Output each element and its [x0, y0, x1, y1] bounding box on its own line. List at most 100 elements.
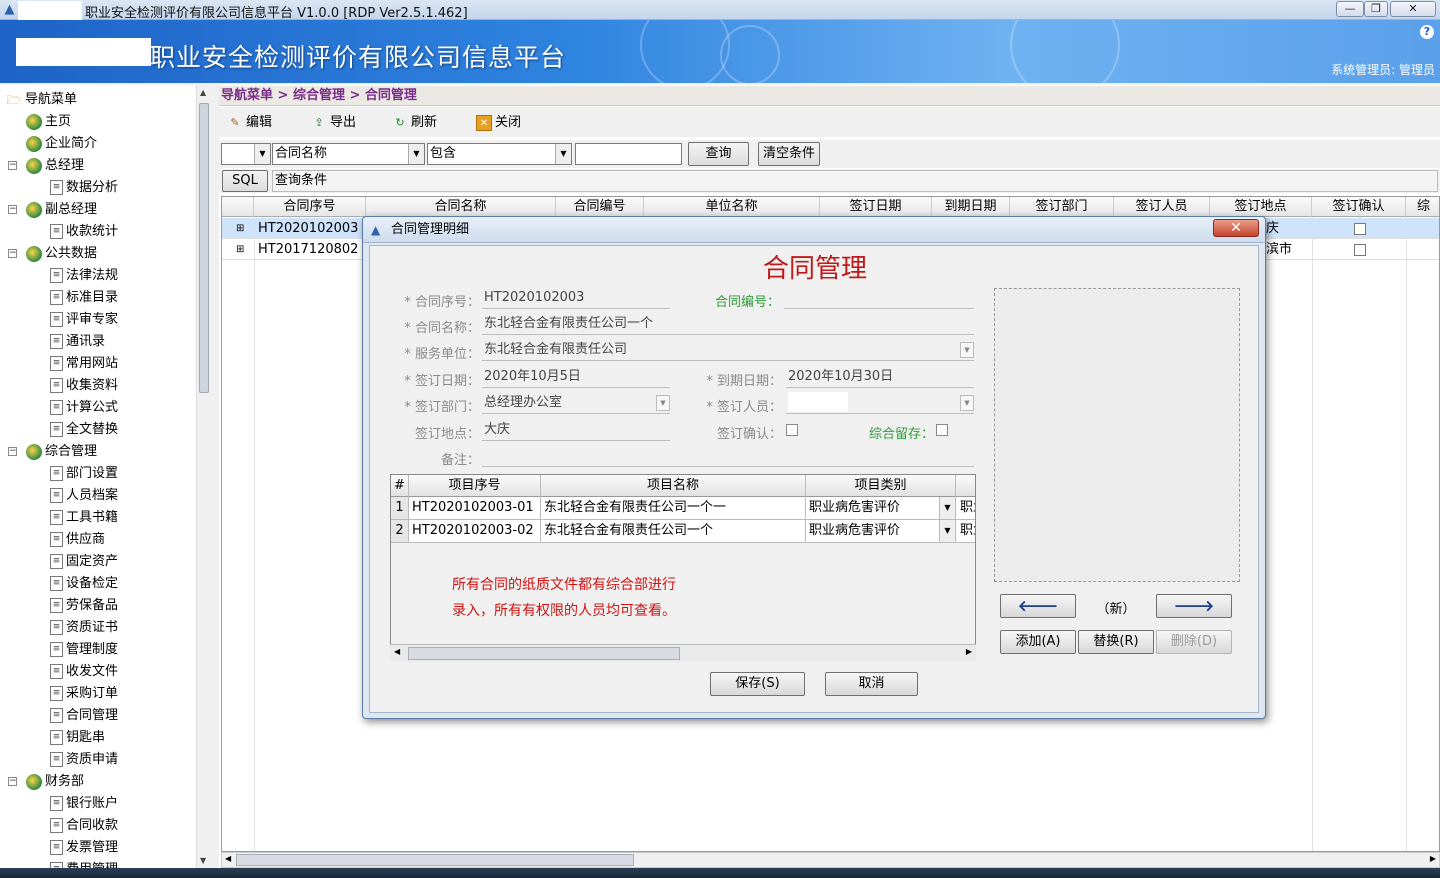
column-header[interactable]: 签订部门 — [1010, 197, 1114, 217]
clear-conditions-button[interactable]: 清空条件 — [758, 142, 820, 166]
subgrid-horizontal-scrollbar[interactable]: ◀ ▶ — [390, 644, 976, 662]
sidebar-item[interactable]: ≡ 法律法规 — [50, 265, 118, 287]
sidebar-item[interactable]: ≡ 资质申请 — [50, 749, 118, 771]
collapse-toggle-icon[interactable]: − — [8, 249, 17, 258]
sidebar-item[interactable]: ≡ 收款统计 — [50, 221, 118, 243]
item-type-cell[interactable]: 职业病危害评价 — [806, 497, 940, 519]
refresh-button[interactable]: ↻ 刷新 — [392, 113, 437, 133]
sign-dept-select[interactable]: 总经理办公室 ▼ — [482, 392, 670, 414]
tree-root[interactable]: 🗁 导航菜单 — [6, 89, 77, 111]
chevron-down-icon[interactable]: ▼ — [254, 144, 270, 164]
sidebar-item[interactable]: ≡ 资质证书 — [50, 617, 118, 639]
column-header[interactable]: 项目名称 — [541, 475, 806, 497]
item-type-cell[interactable]: 职业病危害评价 — [806, 520, 940, 542]
sidebar-item[interactable]: − 副总经理 — [8, 199, 97, 221]
grid-horizontal-scrollbar[interactable]: ◀ ▶ — [221, 852, 1440, 868]
due-date-field[interactable]: 2020年10月30日 — [786, 366, 974, 388]
sign-confirm-checkbox[interactable] — [786, 424, 798, 436]
column-header[interactable]: 单位名称 — [644, 197, 820, 217]
maximize-button[interactable]: ❐ — [1364, 1, 1388, 17]
sidebar-item[interactable]: ≡ 供应商 — [50, 529, 105, 551]
edit-button[interactable]: ✎ 编辑 — [227, 113, 272, 133]
item-no-cell[interactable]: HT2020102003-01 — [409, 497, 541, 519]
sidebar-item[interactable]: − 综合管理 — [8, 441, 97, 463]
table-row[interactable]: 1 HT2020102003-01 东北轻合金有限责任公司一个一 职业病危害评价… — [391, 497, 975, 520]
collapse-toggle-icon[interactable]: − — [8, 161, 17, 170]
chevron-down-icon[interactable]: ▼ — [960, 395, 974, 411]
next-image-button[interactable]: 🡒 — [1156, 594, 1232, 618]
save-button[interactable]: 保存(S) — [710, 672, 805, 696]
sidebar-item[interactable]: ≡ 计算公式 — [50, 397, 118, 419]
sidebar-item[interactable]: ≡ 发票管理 — [50, 837, 118, 859]
column-header[interactable]: 合同名称 — [366, 197, 556, 217]
column-header[interactable]: 项目序号 — [409, 475, 541, 497]
item-name-cell[interactable]: 东北轻合金有限责任公司一个 — [541, 520, 806, 542]
minimize-button[interactable]: — — [1336, 1, 1364, 17]
operator-select[interactable]: 包含 ▼ — [427, 143, 572, 165]
close-tab-button[interactable]: ✕ 关闭 — [476, 113, 521, 133]
sidebar-item[interactable]: ≡ 合同管理 — [50, 705, 118, 727]
sidebar-item[interactable]: ≡ 管理制度 — [50, 639, 118, 661]
sidebar-item[interactable]: ≡ 数据分析 — [50, 177, 118, 199]
sidebar-item[interactable]: ≡ 工具书籍 — [50, 507, 118, 529]
column-header[interactable]: 合同序号 — [254, 197, 366, 217]
sidebar-item[interactable]: ≡ 收发文件 — [50, 661, 118, 683]
cancel-button[interactable]: 取消 — [825, 672, 918, 696]
expand-icon[interactable]: ⊞ — [236, 218, 248, 239]
scroll-up-icon[interactable]: ▲ — [200, 88, 206, 97]
sign-person-select[interactable]: ▼ — [786, 392, 974, 414]
sidebar-item[interactable]: − 财务部 — [8, 771, 84, 793]
scrollbar-thumb[interactable] — [199, 103, 209, 393]
confirm-checkbox[interactable] — [1350, 218, 1370, 239]
collapse-toggle-icon[interactable]: − — [8, 447, 17, 456]
scrollbar-thumb[interactable] — [236, 854, 634, 866]
column-header[interactable]: 签订日期 — [820, 197, 932, 217]
column-header[interactable]: 签订确认 — [1312, 197, 1406, 217]
sidebar-item[interactable]: ≡ 人员档案 — [50, 485, 118, 507]
chevron-down-icon[interactable]: ▼ — [408, 144, 424, 164]
replace-image-button[interactable]: 替换(R) — [1078, 630, 1154, 654]
sidebar-item[interactable]: 主页 — [26, 111, 71, 133]
sidebar-item[interactable]: ≡ 部门设置 — [50, 463, 118, 485]
chevron-down-icon[interactable]: ▼ — [555, 144, 571, 164]
sidebar-scrollbar[interactable]: ▲ ▼ — [196, 85, 211, 870]
sidebar-item[interactable]: ≡ 合同收款 — [50, 815, 118, 837]
chevron-down-icon[interactable]: ▼ — [940, 520, 956, 542]
sidebar-item[interactable]: ≡ 常用网站 — [50, 353, 118, 375]
prev-image-button[interactable]: 🡐 — [1000, 594, 1076, 618]
column-header[interactable]: 合同编号 — [556, 197, 644, 217]
scroll-left-icon[interactable]: ◀ — [225, 854, 231, 863]
sidebar-item[interactable]: ≡ 钥匙串 — [50, 727, 105, 749]
sidebar-item[interactable]: ≡ 标准目录 — [50, 287, 118, 309]
add-image-button[interactable]: 添加(A) — [1000, 630, 1076, 654]
sign-date-field[interactable]: 2020年10月5日 — [482, 366, 670, 388]
confirm-checkbox[interactable] — [1350, 239, 1370, 260]
delete-image-button[interactable]: 删除(D) — [1156, 630, 1232, 654]
sidebar-item[interactable]: ≡ 采购订单 — [50, 683, 118, 705]
item-name-cell[interactable]: 东北轻合金有限责任公司一个一 — [541, 497, 806, 519]
search-button[interactable]: 查询 — [688, 142, 749, 166]
column-header[interactable]: 综 — [1406, 197, 1439, 217]
sql-button[interactable]: SQL — [222, 170, 268, 192]
service-unit-select[interactable]: 东北轻合金有限责任公司 ▼ — [482, 339, 974, 361]
query-value-input[interactable] — [575, 143, 682, 165]
column-header[interactable]: 项目类别 — [806, 475, 956, 497]
query-condition-field[interactable]: 查询条件 — [272, 170, 1438, 192]
sidebar-item[interactable]: ≡ 通讯录 — [50, 331, 105, 353]
contract-name-field[interactable]: 东北轻合金有限责任公司一个 — [482, 313, 974, 335]
archive-checkbox[interactable] — [936, 424, 948, 436]
sidebar-item[interactable]: ≡ 设备检定 — [50, 573, 118, 595]
close-button[interactable]: ✕ — [1390, 1, 1436, 17]
sidebar-item[interactable]: ≡ 劳保备品 — [50, 595, 118, 617]
item-no-cell[interactable]: HT2020102003-02 — [409, 520, 541, 542]
chevron-down-icon[interactable]: ▼ — [960, 342, 974, 358]
contract-code-field[interactable] — [784, 287, 974, 309]
attachment-image-area[interactable] — [994, 288, 1240, 582]
table-row[interactable]: 2 HT2020102003-02 东北轻合金有限责任公司一个 职业病危害评价 … — [391, 520, 975, 543]
column-header[interactable]: 签订地点 — [1210, 197, 1312, 217]
sidebar-item[interactable]: − 公共数据 — [8, 243, 97, 265]
sidebar-item[interactable]: ≡ 固定资产 — [50, 551, 118, 573]
sidebar-item[interactable]: ≡ 评审专家 — [50, 309, 118, 331]
contract-no-field[interactable]: HT2020102003 — [482, 287, 670, 309]
sidebar-item[interactable]: ≡ 全文替换 — [50, 419, 118, 441]
